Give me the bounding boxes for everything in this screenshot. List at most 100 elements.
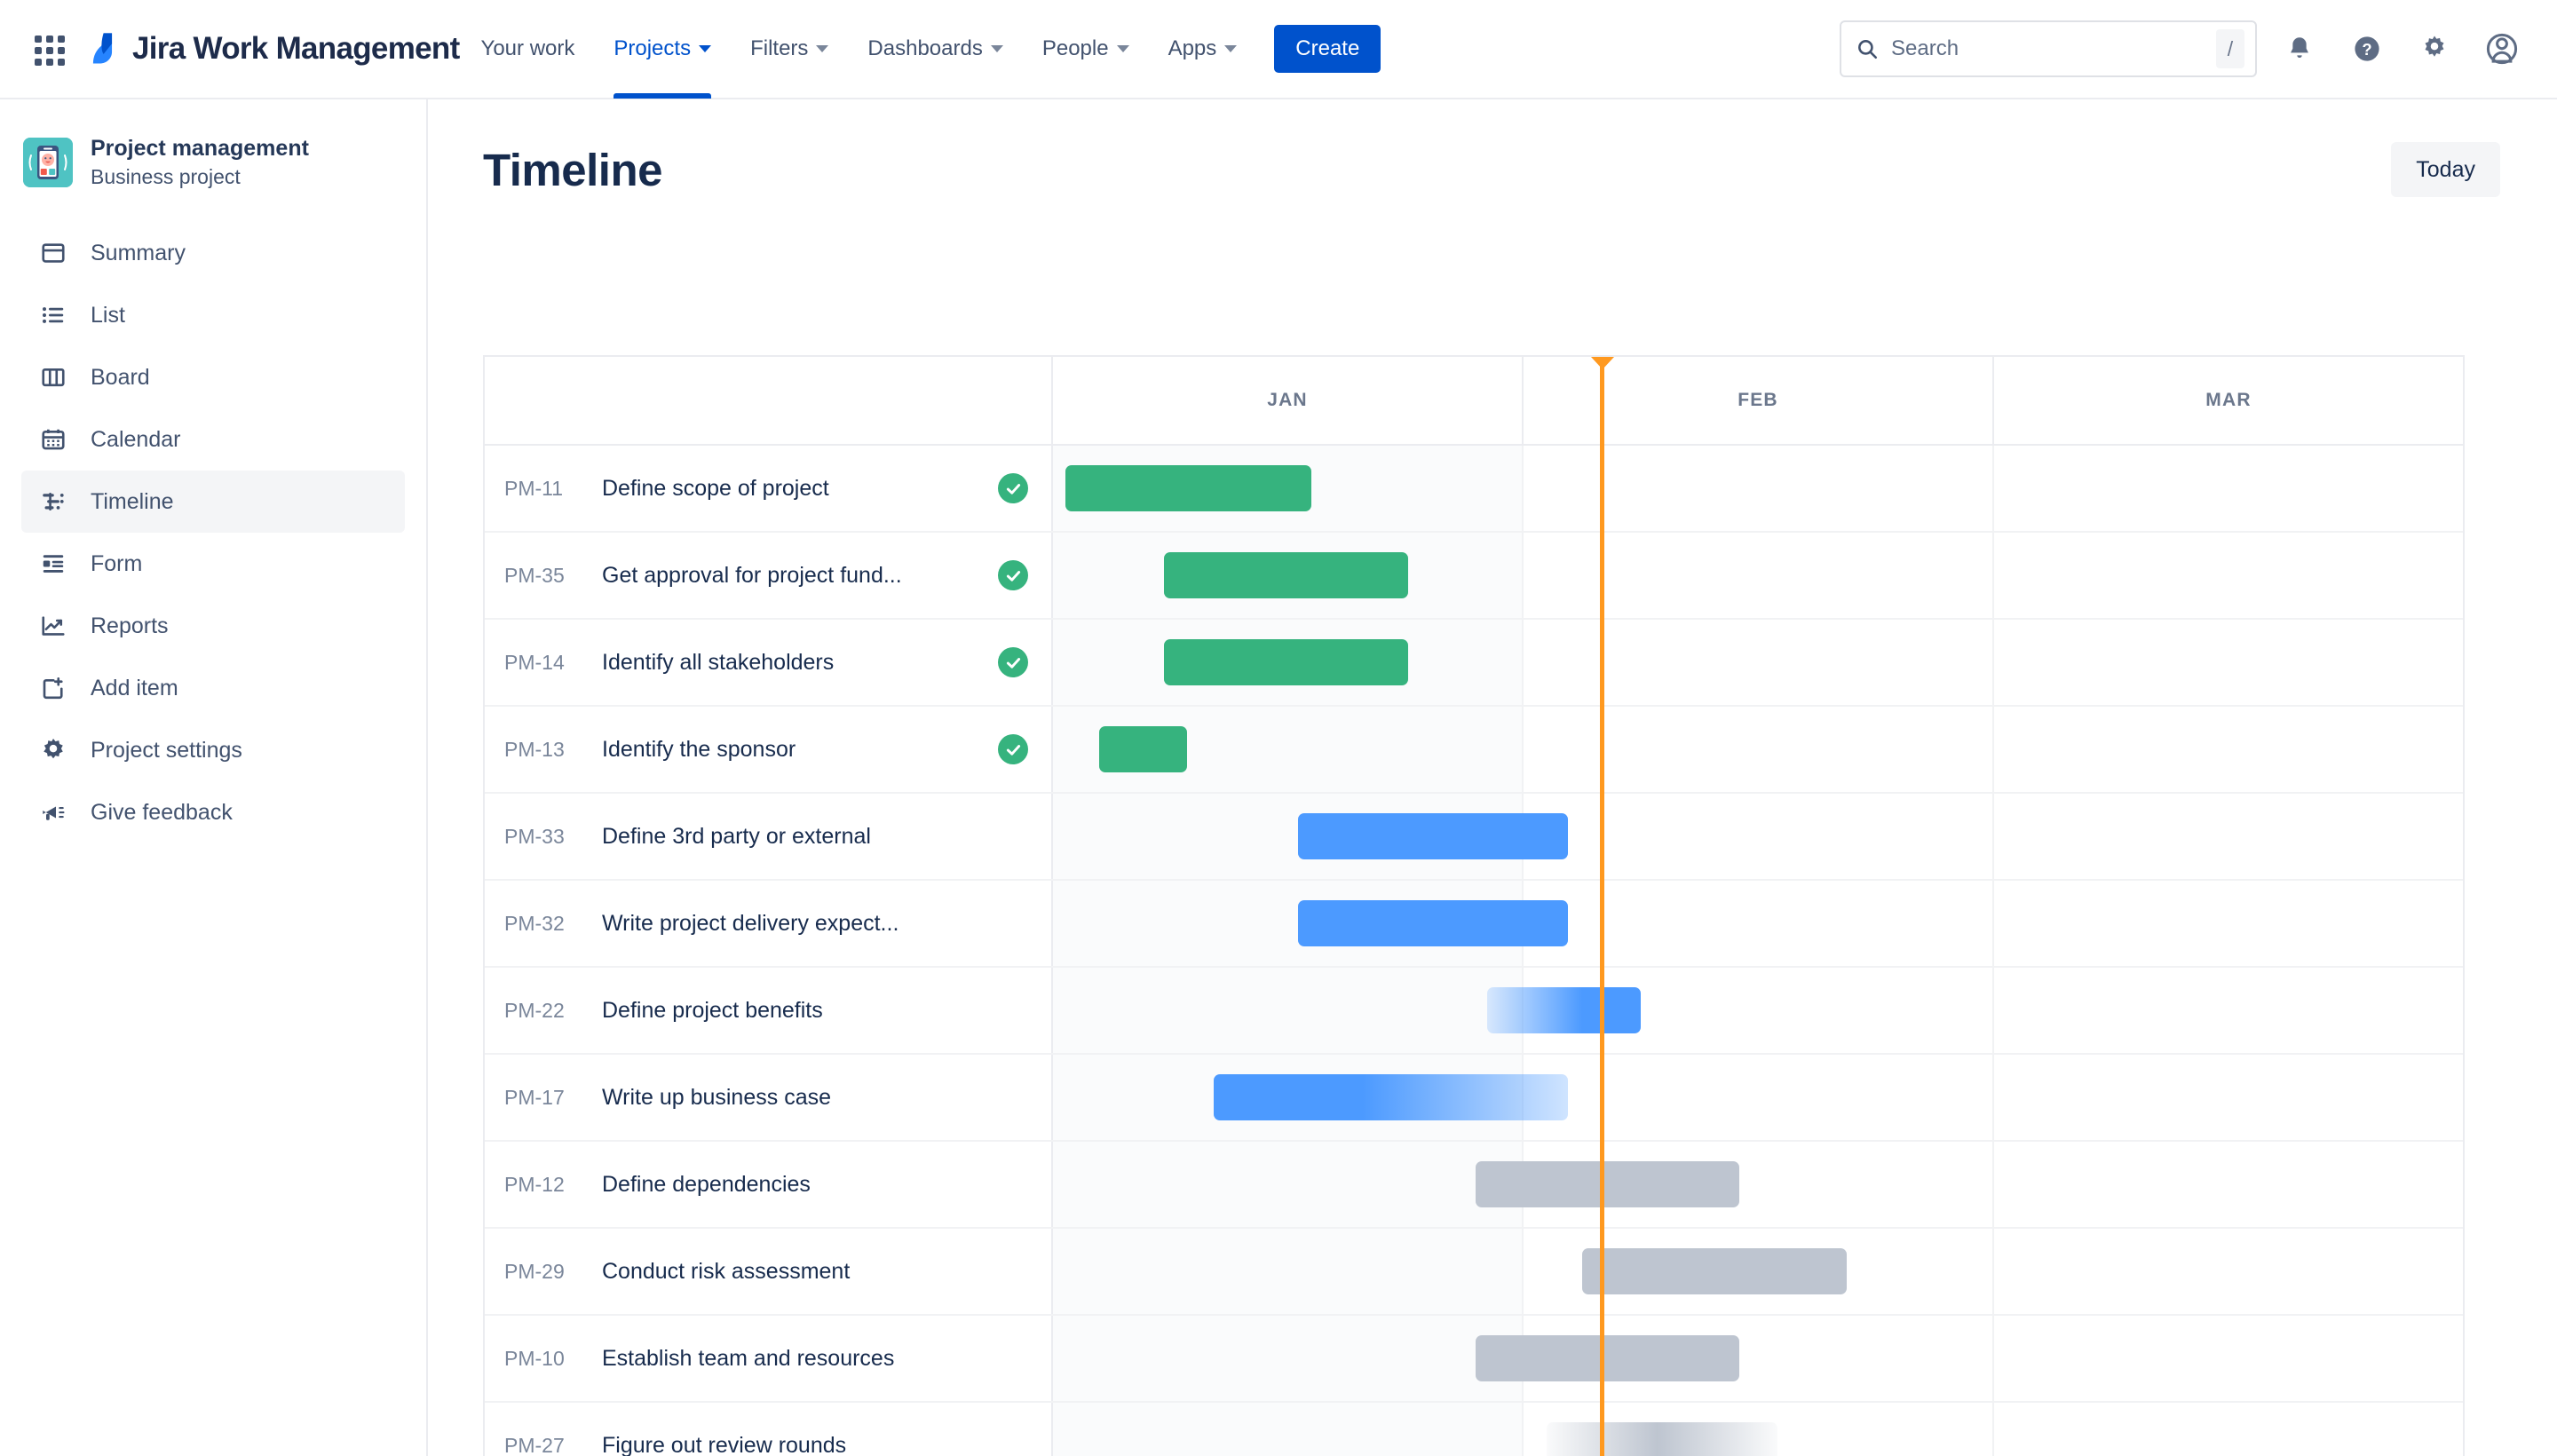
sidebar-item-list[interactable]: List: [21, 284, 405, 346]
gantt-track: [1053, 794, 2463, 879]
gantt-bar[interactable]: [1298, 813, 1568, 859]
row-info: PM-33 Define 3rd party or external: [485, 794, 1053, 879]
issue-summary[interactable]: Define 3rd party or external: [602, 824, 998, 850]
help-question-icon[interactable]: ?: [2342, 24, 2392, 74]
issue-summary[interactable]: Identify all stakeholders: [602, 650, 998, 676]
gantt-bar[interactable]: [1487, 987, 1642, 1033]
sidebar-item-timeline[interactable]: Timeline: [21, 471, 405, 534]
row-info: PM-12 Define dependencies: [485, 1142, 1053, 1227]
table-row[interactable]: PM-12 Define dependencies: [485, 1142, 2463, 1229]
issue-key[interactable]: PM-13: [504, 738, 602, 762]
issue-summary[interactable]: Define dependencies: [602, 1172, 998, 1198]
nav-your-work[interactable]: Your work: [463, 0, 593, 99]
table-row[interactable]: PM-35 Get approval for project fund...: [485, 533, 2463, 620]
issue-key[interactable]: PM-33: [504, 825, 602, 849]
month-grid-columns: [1053, 1316, 2463, 1401]
issue-summary[interactable]: Establish team and resources: [602, 1346, 998, 1372]
status-done-check-icon: [998, 647, 1028, 677]
month-column-feb: [1524, 794, 1994, 879]
issue-summary[interactable]: Define project benefits: [602, 998, 998, 1024]
issue-summary[interactable]: Identify the sponsor: [602, 737, 998, 763]
settings-gear-icon[interactable]: [2410, 24, 2459, 74]
search-icon: [1856, 37, 1879, 60]
issue-key[interactable]: PM-27: [504, 1434, 602, 1456]
table-row[interactable]: PM-29 Conduct risk assessment: [485, 1229, 2463, 1316]
project-header[interactable]: Project management Business project: [0, 135, 426, 190]
today-button[interactable]: Today: [2391, 142, 2500, 197]
nav-filters[interactable]: Filters: [732, 0, 846, 99]
issue-summary[interactable]: Write up business case: [602, 1085, 998, 1111]
create-button[interactable]: Create: [1274, 25, 1381, 73]
gantt-track: [1053, 1142, 2463, 1227]
nav-apps[interactable]: Apps: [1151, 0, 1255, 99]
gantt-bar[interactable]: [1298, 900, 1568, 946]
table-row[interactable]: PM-10 Establish team and resources: [485, 1316, 2463, 1403]
gantt-bar[interactable]: [1546, 1422, 1778, 1456]
table-row[interactable]: PM-32 Write project delivery expect...: [485, 881, 2463, 968]
row-info: PM-14 Identify all stakeholders: [485, 620, 1053, 705]
issue-summary[interactable]: Write project delivery expect...: [602, 911, 998, 937]
gantt-bar[interactable]: [1164, 552, 1409, 598]
issue-key[interactable]: PM-12: [504, 1173, 602, 1197]
sidebar-item-form[interactable]: Form: [21, 533, 405, 595]
issue-key[interactable]: PM-35: [504, 564, 602, 588]
sidebar-item-label: Project settings: [91, 737, 242, 763]
issue-key[interactable]: PM-11: [504, 477, 602, 501]
search-input[interactable]: [1891, 36, 2216, 61]
gantt-bar[interactable]: [1214, 1074, 1568, 1120]
add-item-page-icon: [37, 672, 69, 704]
nav-people[interactable]: People: [1025, 0, 1147, 99]
month-grid-columns: [1053, 794, 2463, 879]
sidebar-item-add-item[interactable]: Add item: [21, 657, 405, 719]
gantt-bar[interactable]: [1164, 639, 1409, 685]
gantt-bar[interactable]: [1099, 726, 1187, 772]
gantt-bar[interactable]: [1476, 1161, 1740, 1207]
issue-key[interactable]: PM-32: [504, 912, 602, 936]
gantt-track: [1053, 533, 2463, 618]
issue-key[interactable]: PM-10: [504, 1347, 602, 1371]
issue-key[interactable]: PM-22: [504, 999, 602, 1023]
reports-chart-icon: [37, 610, 69, 642]
table-row[interactable]: PM-33 Define 3rd party or external: [485, 794, 2463, 881]
gantt-track: [1053, 881, 2463, 966]
table-row[interactable]: PM-11 Define scope of project: [485, 446, 2463, 533]
settings-gear-icon: [37, 734, 69, 766]
issue-summary[interactable]: Conduct risk assessment: [602, 1259, 998, 1285]
issue-key[interactable]: PM-14: [504, 651, 602, 675]
profile-avatar-icon[interactable]: [2477, 24, 2527, 74]
gantt-bar[interactable]: [1476, 1335, 1740, 1381]
table-row[interactable]: PM-22 Define project benefits: [485, 968, 2463, 1055]
row-info: PM-13 Identify the sponsor: [485, 707, 1053, 792]
sidebar-item-label: Summary: [91, 240, 186, 265]
sidebar-item-label: Form: [91, 550, 143, 576]
issue-key[interactable]: PM-29: [504, 1260, 602, 1284]
apps-grid-icon[interactable]: [28, 29, 67, 68]
issue-summary[interactable]: Get approval for project fund...: [602, 563, 998, 589]
table-row[interactable]: PM-17 Write up business case: [485, 1055, 2463, 1142]
sidebar-item-summary[interactable]: Summary: [21, 222, 405, 284]
sidebar-item-board[interactable]: Board: [21, 346, 405, 408]
gantt-track: [1053, 1403, 2463, 1456]
table-row[interactable]: PM-13 Identify the sponsor: [485, 707, 2463, 794]
project-meta: Project management Business project: [91, 135, 309, 190]
table-row[interactable]: PM-27 Figure out review rounds: [485, 1403, 2463, 1456]
sidebar-item-project-settings[interactable]: Project settings: [21, 719, 405, 781]
table-row[interactable]: PM-14 Identify all stakeholders: [485, 620, 2463, 707]
notifications-bell-icon[interactable]: [2275, 24, 2324, 74]
search-box[interactable]: /: [1840, 20, 2257, 77]
sidebar-item-calendar[interactable]: Calendar: [21, 408, 405, 471]
issue-key[interactable]: PM-17: [504, 1086, 602, 1110]
sidebar-item-give-feedback[interactable]: Give feedback: [21, 781, 405, 843]
gantt-track: [1053, 620, 2463, 705]
form-icon: [37, 548, 69, 580]
summary-window-icon: [37, 237, 69, 269]
gantt-bar[interactable]: [1065, 465, 1311, 511]
brand-home-link[interactable]: Jira Work Management: [89, 31, 460, 67]
month-column-feb: [1524, 1055, 1994, 1140]
gantt-bar[interactable]: [1581, 1248, 1848, 1294]
nav-projects[interactable]: Projects: [596, 0, 729, 99]
nav-dashboards[interactable]: Dashboards: [850, 0, 1020, 99]
issue-summary[interactable]: Define scope of project: [602, 476, 998, 502]
sidebar-item-reports[interactable]: Reports: [21, 595, 405, 657]
issue-summary[interactable]: Figure out review rounds: [602, 1433, 998, 1456]
